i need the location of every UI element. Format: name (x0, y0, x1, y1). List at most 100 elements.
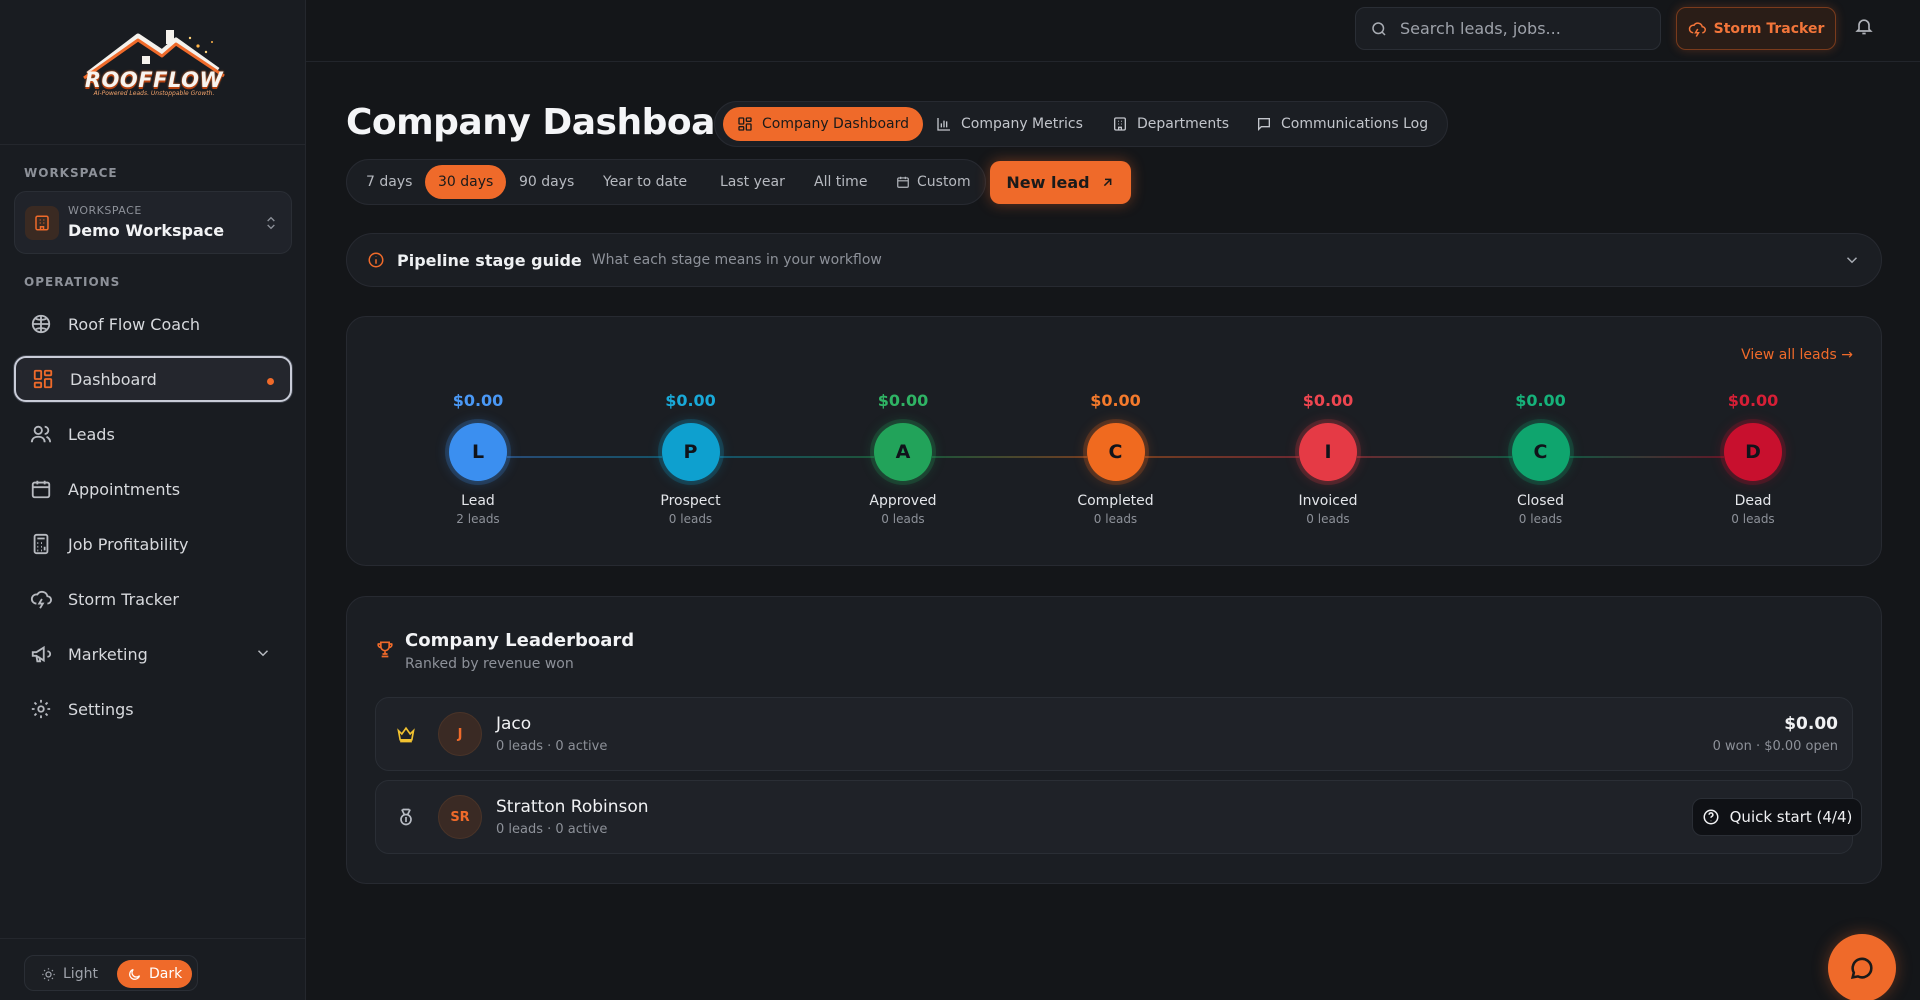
search-box[interactable] (1355, 7, 1661, 50)
bar-chart-icon (937, 118, 950, 131)
range-label: Year to date (603, 174, 688, 190)
guide-subtitle: What each stage means in your workflow (591, 252, 882, 268)
brand-tagline: AI-Powered Leads. Unstoppable Growth. (93, 90, 215, 97)
range-label: All time (814, 174, 868, 190)
row-amount: $0.00 (1784, 714, 1838, 734)
range-90-days[interactable]: 90 days (506, 165, 587, 199)
theme-dark-button[interactable]: Dark (117, 960, 193, 988)
range-label: 90 days (519, 174, 575, 190)
range-label: Custom (917, 174, 971, 190)
leaderboard-row[interactable]: J Jaco 0 leads · 0 active $0.00 0 won · … (375, 697, 1853, 771)
workspace-switcher[interactable]: WORKSPACE Demo Workspace (14, 191, 292, 254)
row-name: Stratton Robinson (496, 797, 649, 817)
pipeline-stage[interactable]: $0.00 I Invoiced 0 leads (1268, 391, 1388, 526)
sidebar-item-settings[interactable]: Settings (14, 686, 292, 732)
row-stats: 0 leads · 0 active (496, 822, 608, 837)
range-30-days[interactable]: 30 days (425, 165, 507, 199)
stage-name: Closed (1516, 493, 1565, 509)
notifications-button[interactable] (1854, 16, 1874, 36)
pipeline-stage[interactable]: $0.00 A Approved 0 leads (843, 391, 963, 526)
avatar: J (438, 712, 482, 756)
stage-amount: $0.00 (1090, 391, 1141, 410)
avatar: SR (438, 795, 482, 839)
page-title: Company Dashboard (346, 102, 758, 143)
arrow-up-right-icon (1103, 178, 1111, 187)
stage-amount: $0.00 (1302, 391, 1354, 410)
stage-count: 0 leads (1518, 512, 1563, 526)
dashboard-icon (738, 117, 752, 131)
calendar-icon (31, 480, 51, 499)
sun-icon (42, 967, 55, 981)
storm-tracker-button[interactable]: Storm Tracker (1676, 7, 1836, 50)
active-indicator-dot (267, 378, 274, 385)
range-last-year[interactable]: Last year (707, 165, 798, 199)
stage-amount: $0.00 (452, 391, 504, 410)
chevron-down-icon[interactable] (254, 644, 272, 662)
stage-badge: D (1724, 423, 1782, 481)
range-all-time[interactable]: All time (801, 165, 880, 199)
stage-count: 0 leads (1093, 512, 1138, 526)
sidebar-item-marketing[interactable]: Marketing (14, 631, 292, 677)
sidebar-item-label: Dashboard (70, 369, 157, 389)
stage-name: Invoiced (1298, 493, 1358, 509)
gear-icon (31, 699, 51, 719)
logo-area: ROOFFLOW AI-Powered Leads. Unstoppable G… (0, 0, 305, 145)
sidebar-item-label: Storm Tracker (68, 589, 179, 609)
pipeline-stage[interactable]: $0.00 P Prospect 0 leads (631, 391, 751, 526)
stage-badge: I (1299, 423, 1357, 481)
sidebar-item-label: Job Profitability (68, 534, 189, 554)
pipeline-stage[interactable]: $0.00 C Completed 0 leads (1056, 391, 1176, 526)
new-lead-label: New lead (1006, 173, 1090, 192)
crown-icon (397, 726, 415, 743)
pipeline-stage[interactable]: $0.00 D Dead 0 leads (1693, 391, 1813, 526)
sidebar-item-label: Marketing (68, 644, 148, 664)
storm-tracker-label: Storm Tracker (1713, 20, 1825, 37)
quick-start-button[interactable]: Quick start (4/4) (1692, 798, 1862, 836)
chevrons-up-down-icon (263, 214, 279, 232)
new-lead-button[interactable]: New lead (990, 161, 1131, 204)
view-all-leads-link[interactable]: View all leads → (1741, 347, 1853, 363)
pipeline-stage[interactable]: $0.00 L Lead 2 leads (418, 391, 538, 526)
stage-name: Prospect (660, 493, 721, 509)
range-year-to-date[interactable]: Year to date (590, 165, 700, 199)
stage-count: 0 leads (1731, 512, 1775, 526)
pipeline-stage[interactable]: $0.00 C Closed 0 leads (1481, 391, 1601, 526)
building-icon (1114, 117, 1126, 131)
tab-departments[interactable]: Departments (1098, 107, 1243, 141)
tab-communications-log[interactable]: Communications Log (1242, 107, 1442, 141)
tab-label: Departments (1137, 116, 1230, 132)
range-custom[interactable]: Custom (883, 165, 984, 199)
cloud-lightning-icon (1688, 21, 1706, 37)
tab-company-dashboard[interactable]: Company Dashboard (723, 107, 924, 141)
range-label: 30 days (438, 174, 494, 190)
sidebar-item-job-profitability[interactable]: Job Profitability (14, 521, 292, 567)
pipeline-stage-guide[interactable]: Pipeline stage guide What each stage mea… (346, 233, 1882, 287)
stage-amount: $0.00 (665, 391, 716, 410)
topbar: Storm Tracker (306, 0, 1920, 62)
theme-light-label: Light (63, 966, 98, 982)
leaderboard-row[interactable]: SR Stratton Robinson 0 leads · 0 active (375, 780, 1853, 854)
sidebar-item-leads[interactable]: Leads (14, 411, 292, 457)
sidebar-item-roof-flow-coach[interactable]: Roof Flow Coach (14, 301, 292, 347)
range-7-days[interactable]: 7 days (353, 165, 425, 199)
row-name: Jaco (496, 714, 532, 734)
sidebar-item-storm-tracker[interactable]: Storm Tracker (14, 576, 292, 622)
theme-light-button[interactable]: Light (31, 960, 108, 988)
leaderboard-card: Company Leaderboard Ranked by revenue wo… (346, 596, 1882, 884)
sidebar-item-appointments[interactable]: Appointments (14, 466, 292, 512)
operations-section-label: OPERATIONS (24, 275, 121, 289)
tab-company-metrics[interactable]: Company Metrics (922, 107, 1097, 141)
main-content: Company Dashboard Company Dashboard Comp… (306, 62, 1920, 1000)
message-square-icon (1258, 118, 1270, 131)
stage-count: 0 leads (668, 512, 713, 526)
pipeline-card: View all leads → $0.00 L Lead 2 leads $0.00 P… (346, 316, 1882, 566)
stage-count: 2 leads (456, 512, 500, 526)
sidebar-item-dashboard[interactable]: Dashboard (14, 356, 292, 402)
tab-label: Company Dashboard (762, 116, 910, 132)
chat-button[interactable] (1828, 934, 1896, 1000)
quick-start-label: Quick start (4/4) (1729, 808, 1853, 826)
stage-badge: A (874, 423, 932, 481)
stage-amount: $0.00 (1515, 391, 1566, 410)
stage-badge: C (1511, 423, 1570, 481)
search-input[interactable] (1400, 19, 1640, 38)
